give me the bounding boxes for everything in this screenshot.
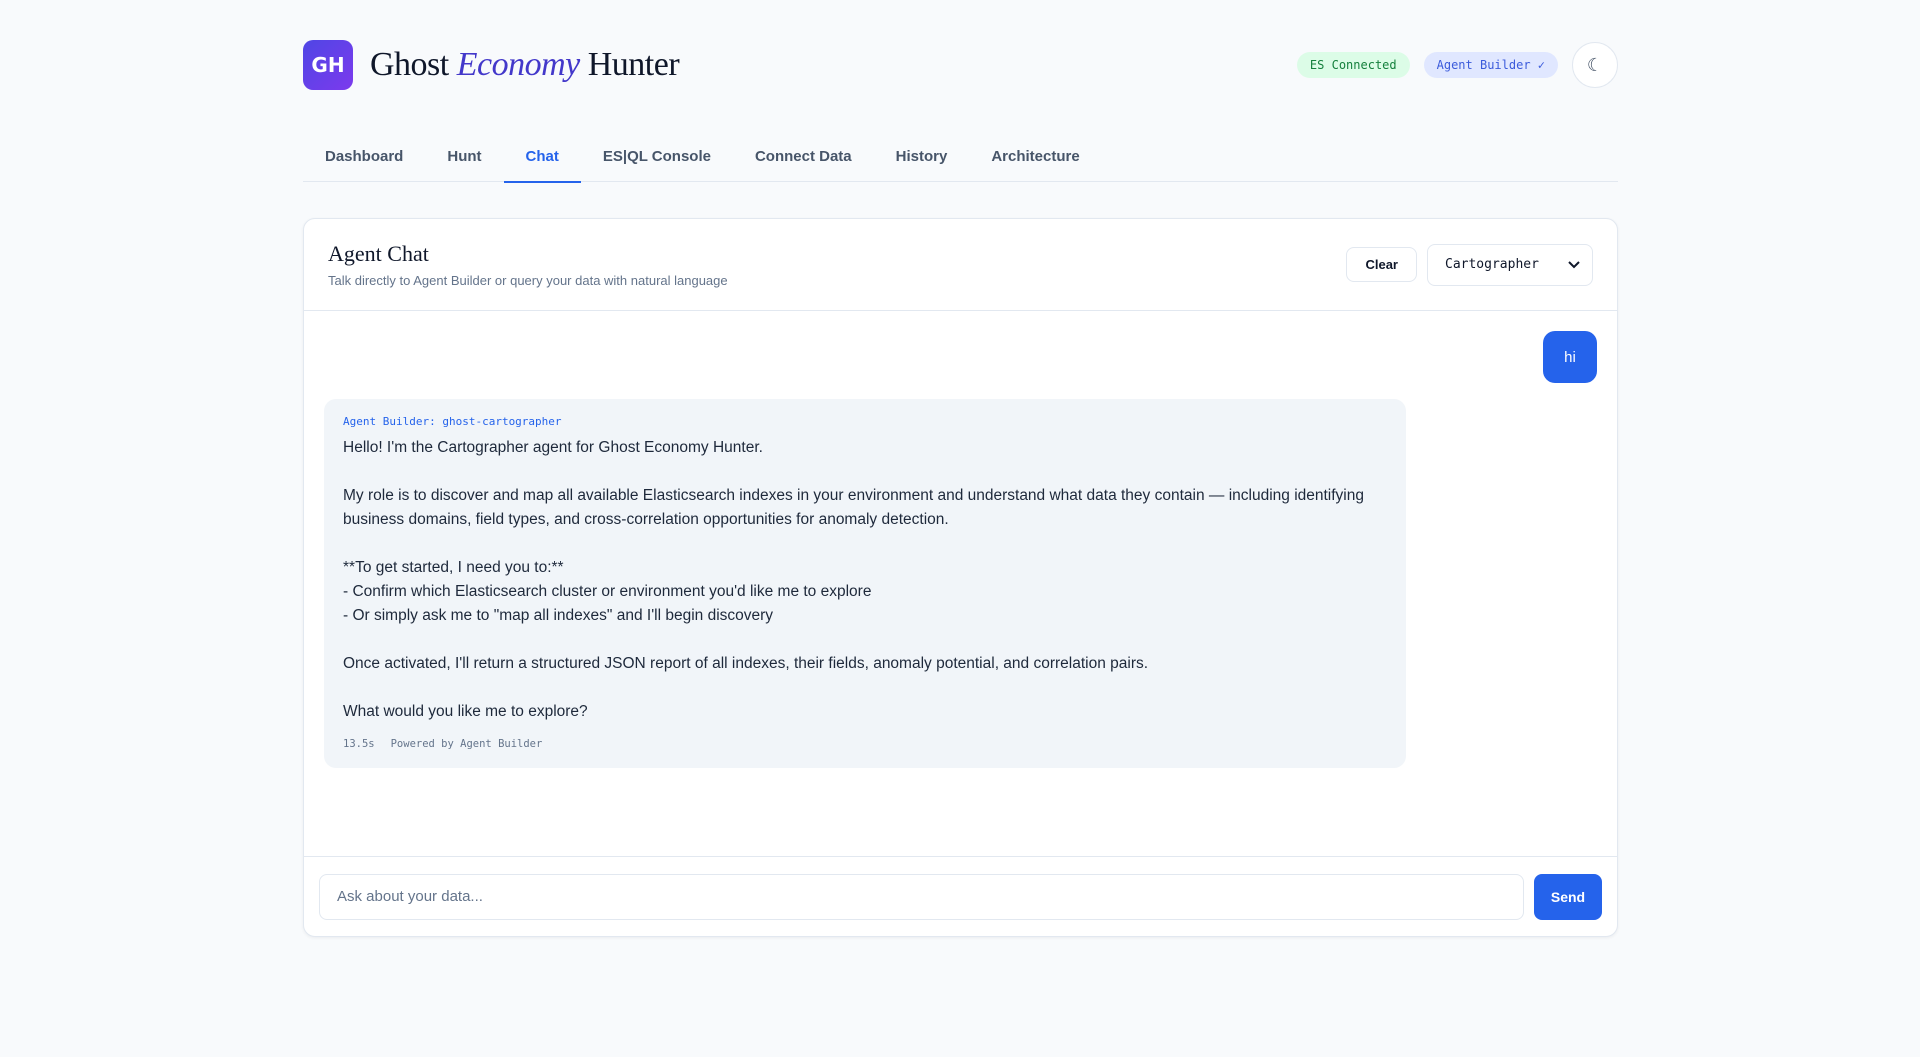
title-em: Economy: [456, 46, 581, 83]
chat-messages[interactable]: hi Agent Builder: ghost-cartographer Hel…: [304, 311, 1617, 858]
panel-subtitle: Talk directly to Agent Builder or query …: [328, 273, 728, 288]
agent-paragraph: Hello! I'm the Cartographer agent for Gh…: [343, 439, 763, 456]
chat-composer: Send: [304, 856, 1617, 936]
moon-icon: ☾: [1586, 54, 1604, 75]
agent-message-text: Hello! I'm the Cartographer agent for Gh…: [343, 436, 1387, 724]
agent-message-meta: 13.5s Powered by Agent Builder: [343, 738, 1387, 750]
agent-paragraph: What would you like me to explore?: [343, 703, 588, 720]
tab-chat[interactable]: Chat: [503, 130, 582, 183]
panel-actions: Clear Cartographer: [1346, 243, 1593, 286]
main-tabs: Dashboard Hunt Chat ES|QL Console Connec…: [303, 130, 1618, 183]
chevron-down-icon: [1568, 258, 1580, 272]
panel-heading: Agent Chat Talk directly to Agent Builde…: [328, 241, 728, 288]
powered-by: Powered by Agent Builder: [390, 738, 543, 750]
app-title: Ghost Economy Hunter: [370, 46, 680, 84]
header-status: ES Connected Agent Builder ✓ ☾: [1296, 42, 1618, 88]
send-button[interactable]: Send: [1534, 873, 1602, 920]
agent-paragraph: My role is to discover and map all avail…: [343, 487, 1364, 528]
panel-title: Agent Chat: [328, 241, 429, 266]
es-status-badge: ES Connected: [1296, 52, 1410, 78]
logo: GH: [303, 40, 353, 90]
panel-header: Agent Chat Talk directly to Agent Builde…: [304, 219, 1617, 311]
title-pre: Ghost: [370, 46, 457, 83]
agent-select-value: Cartographer: [1445, 257, 1539, 272]
theme-toggle-button[interactable]: ☾: [1572, 42, 1618, 88]
tab-hunt[interactable]: Hunt: [425, 130, 503, 182]
app-header: GH Ghost Economy Hunter ES Connected Age…: [303, 0, 1618, 130]
tab-history[interactable]: History: [874, 130, 970, 182]
chat-input[interactable]: [319, 873, 1524, 920]
app-container: GH Ghost Economy Hunter ES Connected Age…: [303, 0, 1618, 937]
clear-button[interactable]: Clear: [1346, 247, 1417, 282]
title-post: Hunter: [579, 46, 680, 83]
tab-dashboard[interactable]: Dashboard: [303, 130, 425, 182]
agent-message-label: Agent Builder: ghost-cartographer: [343, 415, 562, 428]
agent-paragraph: **To get started, I need you to:** - Con…: [343, 559, 872, 624]
agent-message: Agent Builder: ghost-cartographer Hello!…: [324, 399, 1406, 768]
agent-select[interactable]: Cartographer: [1427, 243, 1593, 286]
agent-chat-panel: Agent Chat Talk directly to Agent Builde…: [303, 218, 1618, 937]
user-message: hi: [1543, 331, 1597, 383]
brand: GH Ghost Economy Hunter: [303, 40, 680, 90]
tab-esql-console[interactable]: ES|QL Console: [581, 130, 733, 182]
response-duration: 13.5s: [343, 738, 375, 750]
tab-architecture[interactable]: Architecture: [969, 130, 1101, 182]
agent-builder-badge: Agent Builder ✓: [1423, 52, 1558, 78]
agent-paragraph: Once activated, I'll return a structured…: [343, 655, 1149, 672]
tab-connect-data[interactable]: Connect Data: [733, 130, 874, 182]
